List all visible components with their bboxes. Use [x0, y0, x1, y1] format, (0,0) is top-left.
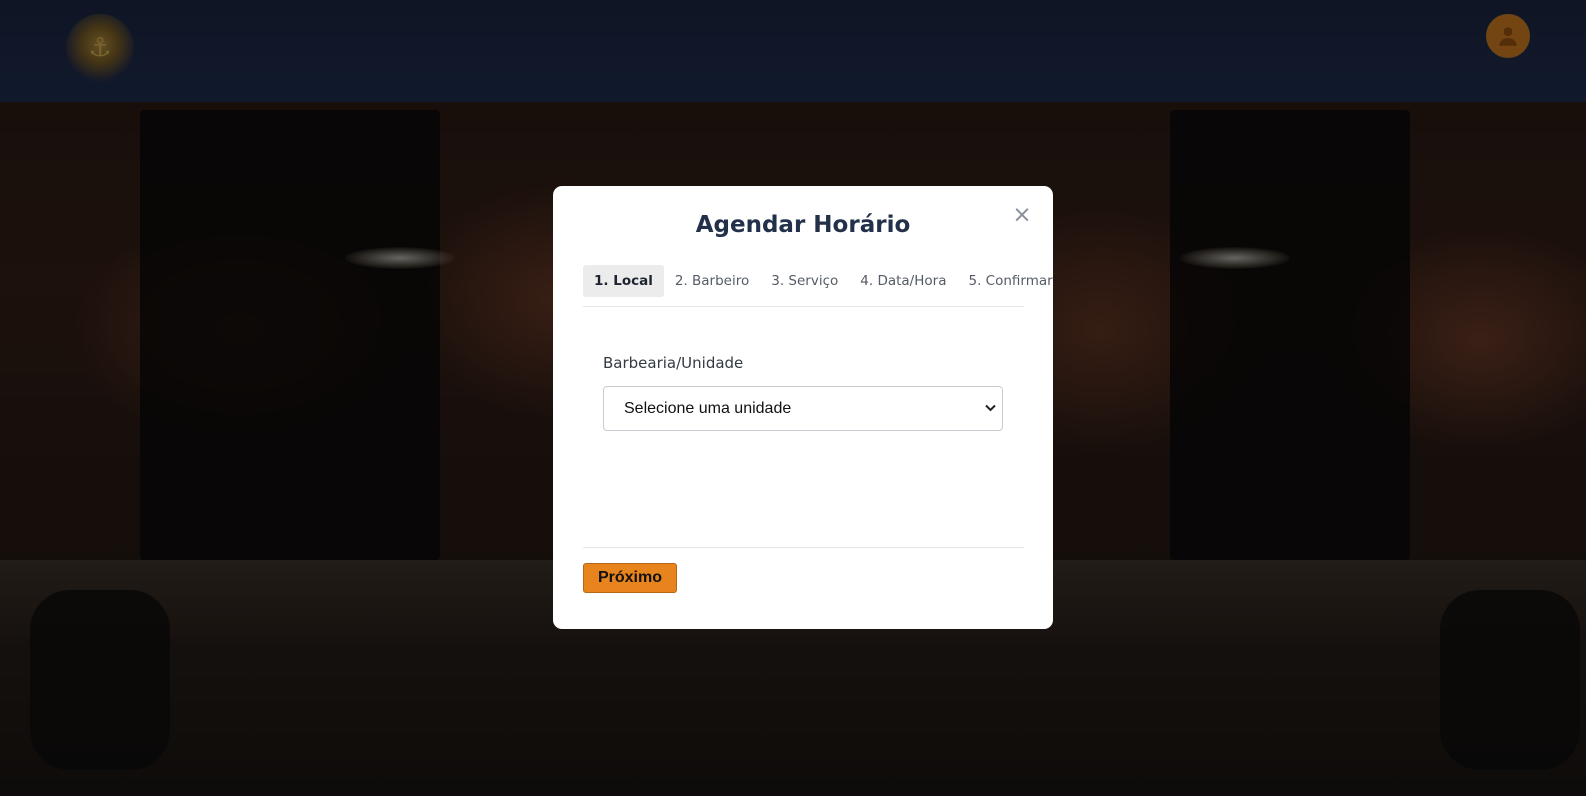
step-servico[interactable]: 3. Serviço [760, 265, 849, 297]
step-tabs: 1. Local 2. Barbeiro 3. Serviço 4. Data/… [583, 265, 1053, 307]
step-confirmar[interactable]: 5. Confirmar [957, 265, 1063, 297]
footer-divider [583, 547, 1024, 548]
step-barbeiro[interactable]: 2. Barbeiro [664, 265, 760, 297]
close-icon[interactable]: × [1011, 204, 1033, 227]
unit-select[interactable]: Selecione uma unidade [603, 386, 1003, 431]
modal-title: Agendar Horário [695, 212, 911, 238]
next-button[interactable]: Próximo [583, 563, 677, 593]
step-data-hora[interactable]: 4. Data/Hora [849, 265, 957, 297]
unit-field-label: Barbearia/Unidade [603, 354, 744, 372]
unit-select-value: Selecione uma unidade [624, 399, 792, 417]
chevron-down-icon [985, 403, 996, 415]
step-local[interactable]: 1. Local [583, 265, 664, 297]
booking-modal: Agendar Horário × 1. Local 2. Barbeiro 3… [553, 186, 1053, 629]
